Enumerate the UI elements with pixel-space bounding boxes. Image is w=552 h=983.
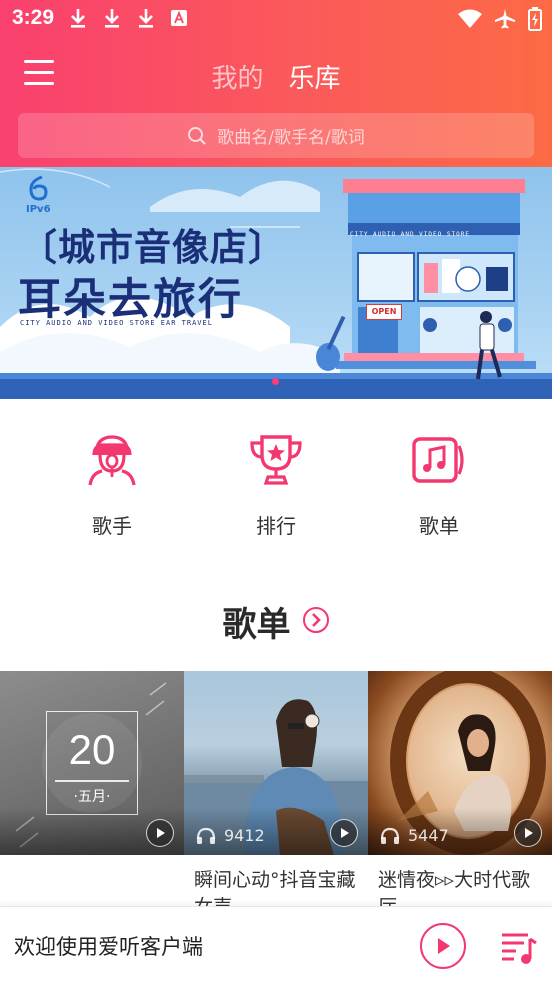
playlist-cover: 9412: [184, 671, 368, 855]
download-icon: [105, 9, 119, 28]
ipv6-logo-icon: [29, 175, 48, 201]
mini-player[interactable]: 欢迎使用爱听客户端: [0, 906, 552, 983]
player-now-playing: 欢迎使用爱听客户端: [14, 935, 203, 959]
playlist-cover: 20 ·五月·: [0, 671, 184, 855]
play-icon: [157, 828, 165, 838]
player-play-button[interactable]: [420, 923, 466, 969]
ipv6-text: IPv6: [26, 204, 51, 215]
header-tabs: 我的 乐库: [0, 58, 552, 95]
tab-library[interactable]: 乐库: [289, 58, 341, 95]
trophy-icon: [250, 435, 302, 485]
playlist-card[interactable]: 9412 瞬间心动°抖音宝藏女声: [184, 671, 368, 907]
status-bar: 3:29: [0, 0, 552, 38]
headphones-icon: [196, 827, 216, 844]
category-playlist-label: 歌单: [419, 514, 459, 538]
playlist-card[interactable]: 5447 迷情夜▹▹大时代歌厅: [368, 671, 552, 907]
category-singer-label: 歌手: [92, 514, 132, 538]
banner-title-line2: 耳朵去旅行: [18, 275, 243, 325]
ipv6-logo: IPv6: [26, 175, 51, 215]
airplane-icon: [495, 9, 515, 29]
category-nav: 歌手 排行 歌单: [0, 400, 552, 560]
wifi-icon: [458, 9, 482, 28]
play-count-value: 5447: [408, 826, 449, 845]
tab-mine[interactable]: 我的: [211, 58, 263, 95]
promo-banner[interactable]: IPv6 〔城市音像店〕 耳朵去旅行 CITY AUDIO AND VIDEO …: [0, 167, 552, 399]
playlist-card[interactable]: 20 ·五月·: [0, 671, 184, 855]
play-icon: [438, 938, 450, 954]
search-bar[interactable]: 歌曲名/歌手名/歌词: [18, 113, 534, 158]
playlist-name: 迷情夜▹▹大时代歌厅: [378, 869, 531, 907]
date-divider: [55, 780, 129, 782]
category-ranking-label: 排行: [256, 514, 296, 538]
play-icon: [341, 828, 349, 838]
store-sign: CITY AUDIO AND VIDEO STORE: [350, 231, 470, 238]
headphones-icon: [380, 827, 400, 844]
queue-list-icon: [502, 933, 537, 964]
date-badge: 20 ·五月·: [46, 711, 138, 815]
download-icon: [71, 9, 85, 28]
playlist-section-header[interactable]: 歌单: [0, 597, 552, 646]
category-playlist[interactable]: 歌单: [384, 432, 494, 539]
app-header: 我的 乐库: [0, 38, 552, 113]
battery-charging-icon: [528, 7, 542, 31]
play-count: 9412: [196, 826, 265, 845]
status-time: 3:29: [12, 6, 55, 29]
playlist-grid: 20 ·五月· 9412 瞬间心动°抖音宝藏女声 5447 迷情夜▹▹大时代歌厅: [0, 671, 552, 911]
category-ranking[interactable]: 排行: [221, 432, 331, 539]
download-icon: [139, 9, 153, 28]
category-singer[interactable]: 歌手: [57, 432, 167, 539]
play-icon: [525, 828, 533, 838]
banner-page-indicator[interactable]: [272, 378, 279, 385]
playlist-name: 瞬间心动°抖音宝藏女声: [194, 869, 356, 907]
date-day: 20: [68, 726, 116, 773]
status-notification-icons: [68, 7, 188, 29]
a-icon: [171, 10, 187, 26]
play-button[interactable]: [330, 819, 358, 847]
open-sign: OPEN: [366, 304, 402, 320]
chevron-right-circle-icon[interactable]: [302, 606, 330, 638]
status-system-icons: [458, 7, 542, 31]
singer-icon: [88, 435, 136, 486]
player-queue-button[interactable]: [498, 927, 538, 967]
play-button[interactable]: [514, 819, 542, 847]
play-count-value: 9412: [224, 826, 265, 845]
search-placeholder: 歌曲名/歌手名/歌词: [217, 128, 365, 148]
section-title: 歌单: [222, 605, 291, 645]
date-month: ·五月·: [73, 788, 111, 805]
banner-subtitle: CITY AUDIO AND VIDEO STORE EAR TRAVEL: [20, 319, 213, 327]
play-count: 5447: [380, 826, 449, 845]
playlist-cover: 5447: [368, 671, 552, 855]
banner-title-line1: 〔城市音像店〕: [20, 226, 286, 269]
play-button[interactable]: [146, 819, 174, 847]
top-header-area: 3:29 我的 乐库 歌曲名/歌手名/歌词: [0, 0, 552, 167]
search-icon: [188, 126, 207, 145]
playlist-note-icon: [412, 437, 464, 483]
